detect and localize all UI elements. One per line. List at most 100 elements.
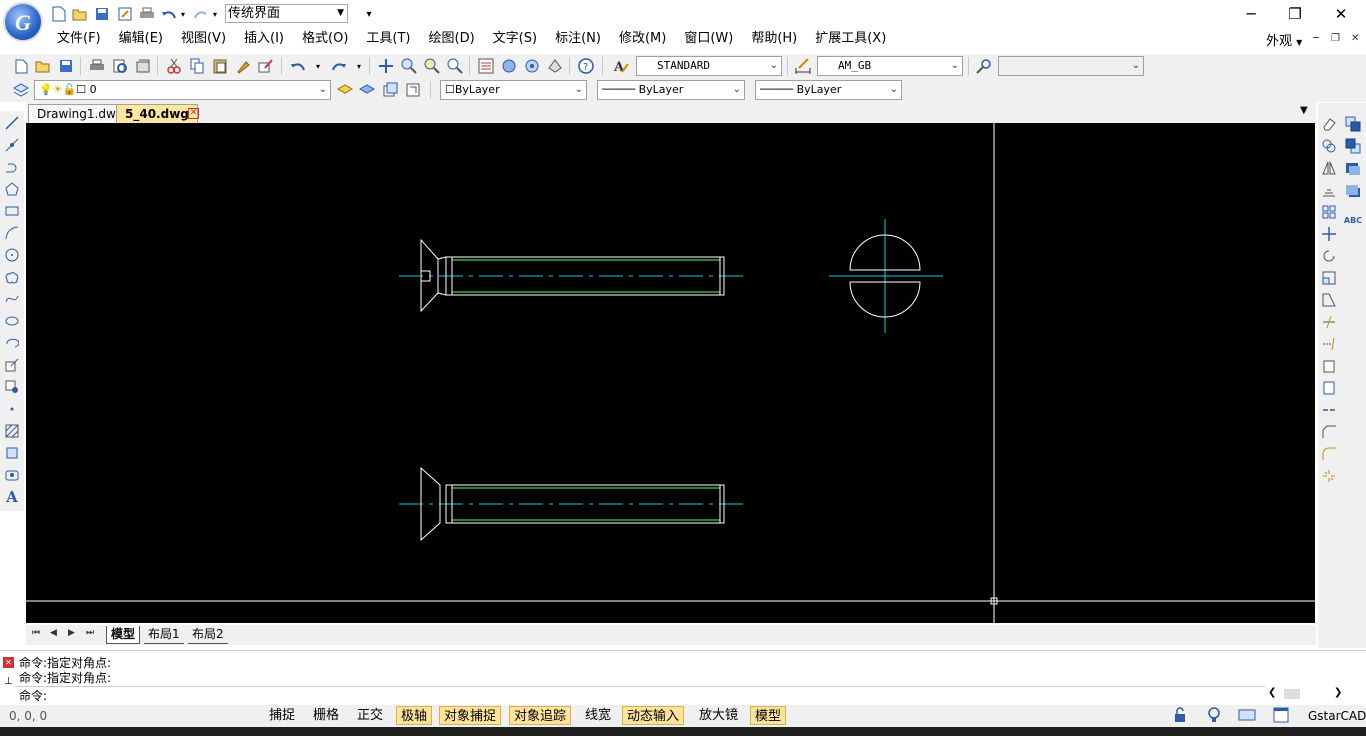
open-file-icon[interactable] (71, 5, 89, 23)
save-icon[interactable] (93, 5, 111, 23)
layer-previous-icon[interactable] (358, 81, 376, 99)
extend-icon[interactable] (1320, 335, 1338, 353)
match-properties-icon[interactable] (234, 57, 252, 75)
arc-icon[interactable] (3, 224, 21, 242)
dim-style-select[interactable]: AM_GB ⌄ (817, 56, 963, 76)
construction-line-icon[interactable] (3, 136, 21, 154)
multiline-text-icon[interactable]: A (3, 488, 21, 506)
doc-minimize-button[interactable]: ─ (1313, 33, 1319, 44)
menu-view[interactable]: 视图(V) (172, 28, 235, 50)
zoom-window-icon[interactable] (423, 57, 441, 75)
insert-block-icon[interactable] (3, 356, 21, 374)
rotate-icon[interactable] (1320, 247, 1338, 265)
mirror-icon[interactable] (1320, 159, 1338, 177)
menu-help[interactable]: 帮助(H) (742, 28, 806, 50)
tab-model[interactable]: 模型 (106, 626, 141, 644)
magnifier-toggle[interactable]: 放大镜 (695, 706, 742, 725)
customize-quick-access-icon[interactable]: ▾ (360, 5, 378, 23)
doc-close-button[interactable]: ✕ (1351, 33, 1359, 44)
tool-palettes-icon[interactable] (523, 57, 541, 75)
plot-icon[interactable] (88, 57, 106, 75)
minimize-button[interactable]: ─ (1228, 0, 1274, 28)
fillet-icon[interactable] (1320, 445, 1338, 463)
design-center-icon[interactable] (500, 57, 518, 75)
join-icon[interactable] (1320, 401, 1338, 419)
undo-icon[interactable] (289, 57, 307, 75)
clean-screen-icon[interactable] (1273, 707, 1289, 726)
close-command-icon[interactable]: ✕ (3, 657, 14, 668)
copy-icon[interactable] (188, 57, 206, 75)
draworder-above-icon[interactable] (1344, 159, 1362, 177)
zoom-previous-icon[interactable] (446, 57, 464, 75)
tab-list-chevron-icon[interactable]: ▼ (1300, 105, 1308, 116)
app-logo-icon[interactable]: G (3, 2, 43, 42)
table-icon[interactable] (3, 466, 21, 484)
explode-icon[interactable] (1320, 467, 1338, 485)
paste-icon[interactable] (211, 57, 229, 75)
close-button[interactable]: ✕ (1318, 0, 1364, 28)
otrack-toggle[interactable]: 对象追踪 (509, 706, 572, 725)
save-icon[interactable] (57, 57, 75, 75)
hardware-acceleration-icon[interactable] (1238, 707, 1256, 726)
tab-layout2[interactable]: 布局2 (188, 626, 228, 644)
save-as-icon[interactable] (116, 5, 134, 23)
table-style-select[interactable]: ⌄ (998, 56, 1144, 76)
grid-toggle[interactable]: 栅格 (309, 706, 343, 725)
text-style-select[interactable]: STANDARD ⌄ (636, 56, 782, 76)
next-tab-icon[interactable]: ▶ (68, 628, 75, 638)
menu-format[interactable]: 格式(O) (293, 28, 357, 50)
close-tab-icon[interactable]: ✕ (188, 108, 199, 119)
menu-insert[interactable]: 插入(I) (235, 28, 293, 50)
help-icon[interactable]: ? (577, 57, 595, 75)
hatch-icon[interactable] (3, 422, 21, 440)
new-icon[interactable] (12, 57, 30, 75)
undo-icon[interactable] (160, 5, 178, 23)
layer-manager-icon[interactable] (12, 81, 30, 99)
ortho-toggle[interactable]: 正交 (353, 706, 387, 725)
open-icon[interactable] (34, 57, 52, 75)
spline-icon[interactable] (3, 290, 21, 308)
last-tab-icon[interactable]: ⏭ (86, 628, 94, 638)
region-icon[interactable] (3, 444, 21, 462)
polyline-icon[interactable] (3, 158, 21, 176)
dynamic-input-toggle[interactable]: 动态输入 (622, 706, 685, 725)
polygon-icon[interactable] (3, 180, 21, 198)
menu-modify[interactable]: 修改(M) (610, 28, 675, 50)
prev-tab-icon[interactable]: ◀ (50, 628, 57, 638)
scroll-left-icon[interactable]: ❮ (1268, 687, 1276, 698)
line-icon[interactable] (3, 114, 21, 132)
make-block-icon[interactable] (3, 378, 21, 396)
menu-edit[interactable]: 编辑(E) (110, 28, 172, 50)
tab-5-40[interactable]: 5_40.dwg (116, 104, 198, 123)
scroll-right-icon[interactable]: ❯ (1334, 687, 1342, 698)
layer-state-icon[interactable] (381, 81, 399, 99)
first-tab-icon[interactable]: ⏮ (32, 628, 40, 638)
erase-icon[interactable] (1320, 115, 1338, 133)
menu-dimension[interactable]: 标注(N) (546, 28, 610, 50)
undo-dropdown-icon[interactable]: ▾ (178, 5, 188, 23)
draworder-front-icon[interactable] (1344, 115, 1362, 133)
copy-object-icon[interactable] (1320, 137, 1338, 155)
redo-icon[interactable] (330, 57, 348, 75)
print-icon[interactable] (138, 5, 156, 23)
polar-toggle[interactable]: 极轴 (396, 706, 433, 725)
ellipse-arc-icon[interactable] (3, 334, 21, 352)
lineweight-select[interactable]: ───── ByLayer ⌄ (755, 80, 902, 100)
undo-list-icon[interactable]: ▾ (313, 57, 323, 75)
point-icon[interactable] (3, 400, 21, 418)
pin-icon[interactable]: ⊥ (4, 676, 13, 687)
redo-dropdown-icon[interactable]: ▾ (210, 5, 220, 23)
menu-tools[interactable]: 工具(T) (357, 28, 419, 50)
draworder-back-icon[interactable] (1344, 137, 1362, 155)
tab-layout1[interactable]: 布局1 (144, 626, 184, 644)
layer-isolate-icon[interactable] (404, 81, 422, 99)
menu-extensions[interactable]: 扩展工具(X) (806, 28, 895, 50)
command-hscroll[interactable]: ❮ ❯ (1268, 687, 1348, 701)
publish-icon[interactable] (134, 57, 152, 75)
pan-icon[interactable] (377, 57, 395, 75)
redo-icon[interactable] (192, 5, 210, 23)
circle-icon[interactable] (3, 246, 21, 264)
ellipse-icon[interactable] (3, 312, 21, 330)
lineweight-toggle[interactable]: 线宽 (581, 706, 615, 725)
text-style-icon[interactable]: A (612, 57, 630, 75)
